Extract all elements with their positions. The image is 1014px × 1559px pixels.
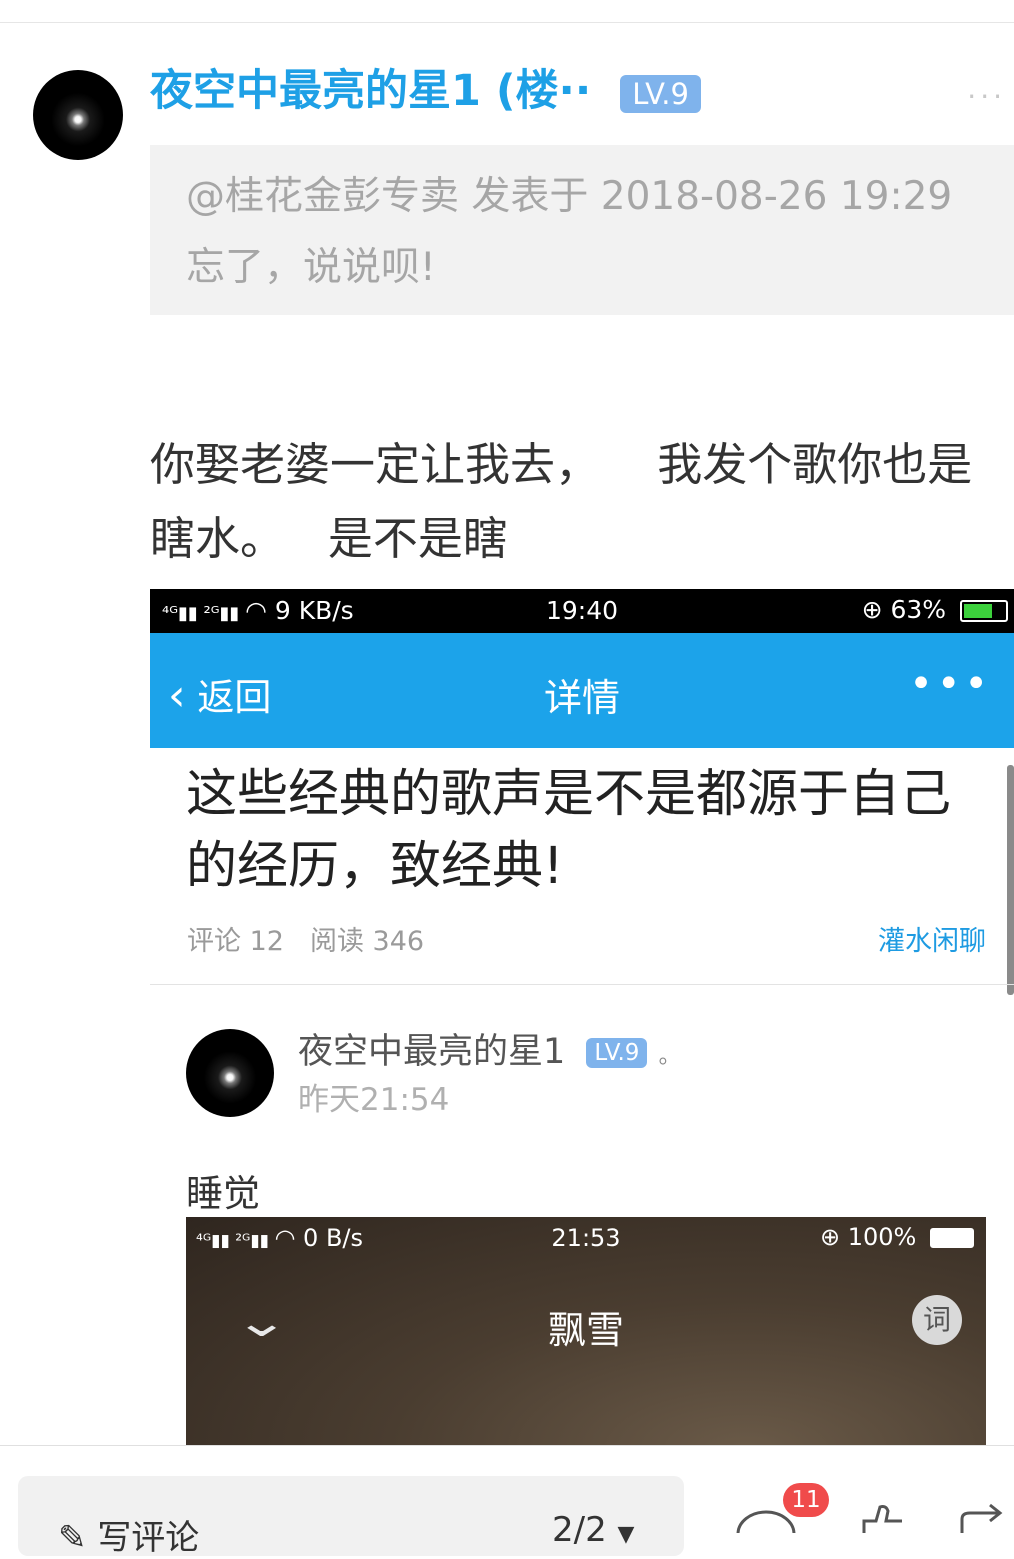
caret-down-icon: ▼ (617, 1522, 635, 1547)
more-options-icon[interactable]: ··· (967, 80, 1006, 113)
scrollbar[interactable] (1007, 765, 1014, 995)
comment-placeholder: ✎ 写评论 (58, 1510, 199, 1559)
pencil-icon: ✎ (58, 1518, 87, 1558)
song-title: 飘雪 (547, 1308, 624, 1352)
post-author[interactable]: 夜空中最亮的星1 (楼·· LV.9 (150, 62, 701, 123)
comment-count: 评论 12 (187, 926, 284, 957)
post-body-line: 你娶老婆一定让我去， 我发个歌你也是 (150, 438, 973, 491)
battery-percent: 100% (847, 1223, 917, 1251)
status-right: ⊕ 63% (862, 595, 1008, 624)
lyrics-button[interactable]: 词 (912, 1295, 962, 1345)
rotation-lock-icon: ⊕ (861, 595, 883, 624)
battery-percent: 63% (890, 595, 947, 624)
phone-status-bar: ⁴ᴳ▮▮ ²ᴳ▮▮ ◠ 0 B/s 21:53 ⊕ 100% (186, 1217, 986, 1257)
avatar[interactable] (33, 70, 123, 160)
embedded-screenshot[interactable]: ⁴ᴳ▮▮ ²ᴳ▮▮ ◠ 9 KB/s 19:40 ⊕ 63% ‹ 返回 详情 •… (150, 589, 1014, 1449)
level-badge: LV.9 (620, 74, 701, 113)
rotation-lock-icon: ⊕ (819, 1223, 841, 1251)
comment-count-badge: 11 (783, 1483, 829, 1517)
post-body: 你娶老婆一定让我去， 我发个歌你也是 瞎水。 是不是瞎 (150, 428, 1014, 576)
battery-icon (960, 600, 1008, 622)
embedded-music-screenshot[interactable]: ⁴ᴳ▮▮ ²ᴳ▮▮ ◠ 0 B/s 21:53 ⊕ 100% ⌄ 飘雪 词 (186, 1217, 986, 1449)
reply-author[interactable]: 夜空中最亮的星1 LV.9 。 (298, 1023, 681, 1074)
share-icon[interactable] (952, 1503, 1014, 1533)
level-badge: LV.9 (586, 1038, 648, 1068)
divider (150, 984, 1014, 985)
quote-text: 忘了，说说呗! (186, 245, 436, 290)
read-count: 阅读 346 (309, 926, 425, 957)
reply-time: 昨天21:54 (298, 1082, 450, 1118)
post-body-line: 瞎水。 是不是瞎 (150, 512, 508, 565)
article-meta: 评论 12 阅读 346 (187, 919, 424, 958)
phone-status-bar: ⁴ᴳ▮▮ ²ᴳ▮▮ ◠ 9 KB/s 19:40 ⊕ 63% (150, 589, 1014, 633)
category-tag[interactable]: 灌水闲聊 (878, 919, 986, 958)
like-icon[interactable] (852, 1503, 912, 1533)
nav-title: 详情 (543, 676, 620, 720)
nav-bar: ‹ 返回 详情 ••• (150, 633, 1014, 748)
page-indicator[interactable]: 2/2 ▼ (552, 1510, 634, 1550)
comment-placeholder-text: 写评论 (97, 1518, 200, 1558)
more-icon[interactable]: ••• (909, 661, 992, 707)
reply-suffix: 。 (658, 1044, 681, 1069)
reply-author-name: 夜空中最亮的星1 (298, 1032, 566, 1072)
avatar[interactable] (186, 1029, 274, 1117)
reply-text: 睡觉 (186, 1172, 260, 1215)
status-right: ⊕ 100% (820, 1223, 974, 1251)
quote-meta: @桂花金彭专卖 发表于 2018-08-26 19:29 (186, 174, 953, 219)
top-divider (0, 22, 1014, 23)
author-name: 夜空中最亮的星1 (楼·· (150, 66, 592, 116)
article-title: 这些经典的歌声是不是都源于自己的经历，致经典! (186, 765, 952, 896)
battery-icon (930, 1228, 974, 1248)
page-indicator-text: 2/2 (552, 1510, 607, 1550)
